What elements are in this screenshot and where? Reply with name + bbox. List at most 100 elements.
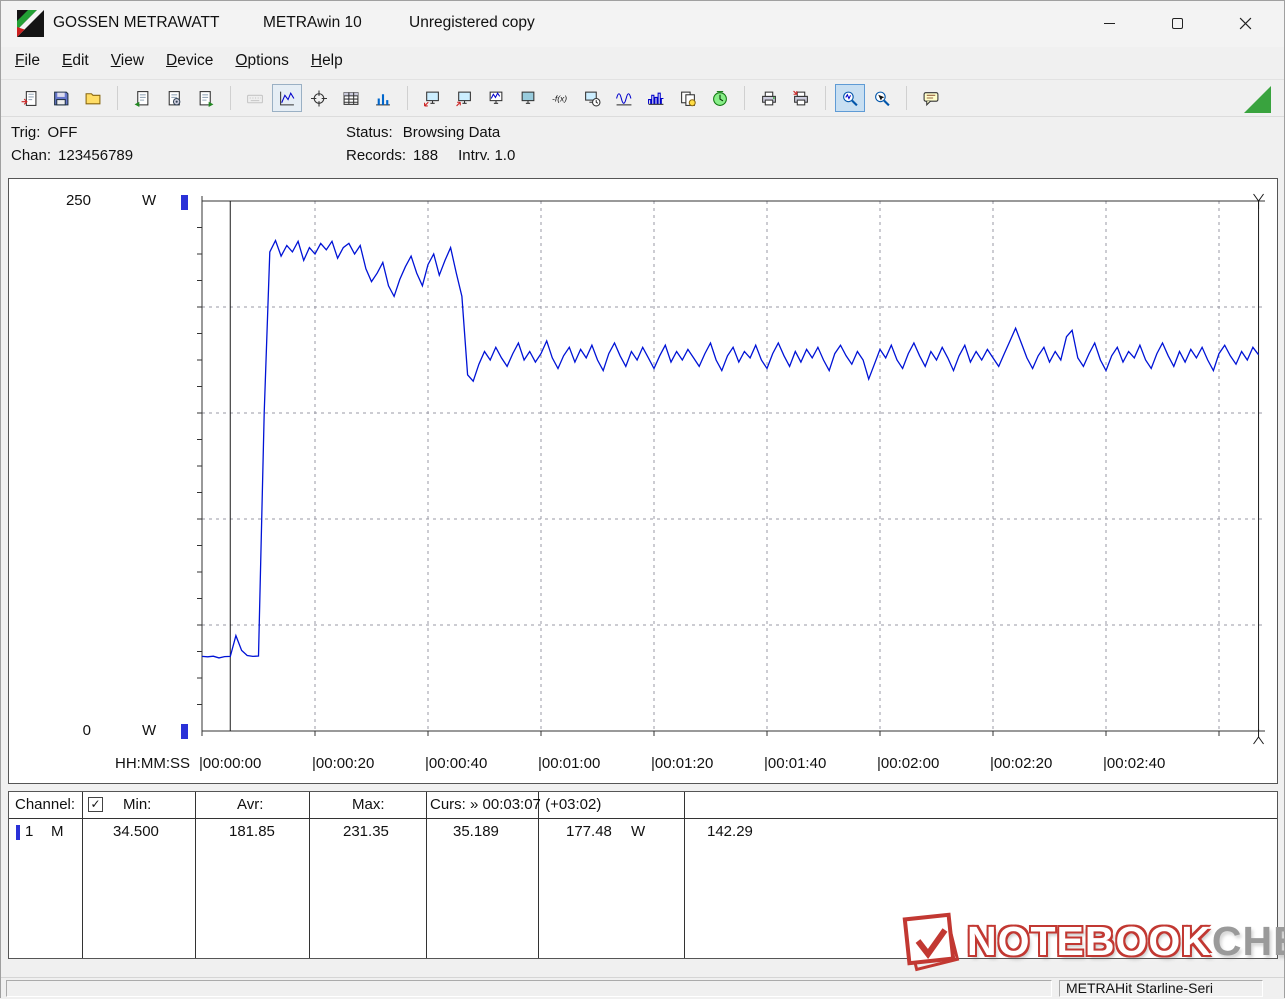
new-file-button[interactable]	[14, 84, 44, 112]
print-preview-button[interactable]	[754, 84, 784, 112]
chart-view-button[interactable]	[272, 84, 302, 112]
save-file-button[interactable]	[46, 84, 76, 112]
menu-edit[interactable]: Edit	[51, 47, 100, 79]
column-separator	[684, 792, 685, 958]
device-monitor-button[interactable]	[513, 84, 543, 112]
floppy-icon	[52, 90, 70, 107]
plot-svg[interactable]	[197, 193, 1267, 753]
svg-text:-f(x): -f(x)	[552, 93, 567, 103]
header-channel: Channel:	[15, 796, 75, 813]
crosshair-icon	[310, 90, 328, 107]
status-bar: METRAHit Starline-Seri	[1, 977, 1284, 999]
process-data-button[interactable]	[159, 84, 189, 112]
title-bar: GOSSEN METRAWATT METRAwin 10 Unregistere…	[1, 1, 1284, 47]
x-tick-label: |00:02:20	[990, 755, 1052, 772]
column-separator	[82, 792, 83, 958]
signal-view-button[interactable]	[609, 84, 639, 112]
status-label: Status:	[346, 124, 393, 141]
toolbar-separator	[906, 86, 907, 110]
envelope-view-button[interactable]	[641, 84, 671, 112]
keyboard-icon	[246, 90, 264, 107]
minimize-button[interactable]	[1086, 1, 1132, 46]
menu-bar: FileEditViewDeviceOptionsHelp	[1, 47, 1284, 79]
annotation-button[interactable]	[916, 84, 946, 112]
device-upload-button[interactable]	[417, 84, 447, 112]
trig-label: Trig:	[11, 124, 40, 141]
cell-channel: 1	[25, 823, 33, 840]
column-separator	[195, 792, 196, 958]
menu-view[interactable]: View	[100, 47, 155, 79]
app-title: METRAwin 10	[263, 14, 362, 32]
maximize-icon	[1172, 18, 1183, 29]
statusbar-message-field	[6, 980, 1052, 997]
cell-min: 34.500	[113, 823, 159, 840]
clock-green-icon	[711, 90, 729, 107]
device-name-field: METRAHit Starline-Seri	[1059, 980, 1263, 997]
formula-button[interactable]: -f(x)	[545, 84, 575, 112]
trig-value: OFF	[47, 124, 77, 141]
device-download-button[interactable]	[449, 84, 479, 112]
cell-delta: 142.29	[707, 823, 753, 840]
channel-visible-checkbox[interactable]: ✓	[88, 797, 103, 812]
gossen-metrawatt-logo-icon	[17, 10, 44, 37]
device-chart-button[interactable]	[481, 84, 511, 112]
page-arrow-icon	[20, 90, 38, 107]
export-data-button[interactable]	[191, 84, 221, 112]
menu-options[interactable]: Options	[224, 47, 299, 79]
menu-device[interactable]: Device	[155, 47, 224, 79]
license-status: Unregistered copy	[409, 14, 535, 32]
notebookcheck-watermark: NOTEBOOKCHECK	[899, 909, 1285, 973]
import-data-button[interactable]	[127, 84, 157, 112]
x-tick-label: |00:00:00	[199, 755, 261, 772]
timer-button[interactable]	[705, 84, 735, 112]
minimize-icon	[1104, 23, 1115, 25]
toolbar: -f(x)	[1, 79, 1284, 117]
zoom-button[interactable]	[835, 84, 865, 112]
mon-chart-icon	[487, 90, 505, 107]
monitor-icon	[519, 90, 537, 107]
menu-file[interactable]: File	[4, 47, 51, 79]
interval-value: Intrv. 1.0	[458, 147, 515, 164]
x-tick-label: |00:01:00	[538, 755, 600, 772]
y-axis-unit-top: W	[142, 192, 156, 209]
toolbar-separator	[744, 86, 745, 110]
print-button[interactable]	[786, 84, 816, 112]
header-min: Min:	[123, 796, 151, 813]
numeric-display-button	[240, 84, 270, 112]
open-file-button[interactable]	[78, 84, 108, 112]
channel-color-marker-top	[181, 195, 188, 210]
mon-clock-icon	[583, 90, 601, 107]
cell-cursor1: 35.189	[453, 823, 499, 840]
close-button[interactable]	[1222, 1, 1268, 46]
column-separator	[426, 792, 427, 958]
maximize-button[interactable]	[1154, 1, 1200, 46]
line-chart-icon	[278, 90, 296, 107]
table-icon	[342, 90, 360, 107]
records-value: 188	[413, 147, 438, 164]
bar-display-button[interactable]	[368, 84, 398, 112]
histo-icon	[647, 90, 665, 107]
zoom-select-button[interactable]	[867, 84, 897, 112]
y-axis-min-label: 0	[39, 722, 91, 739]
table-view-button[interactable]	[336, 84, 366, 112]
header-cursor: Curs: » 00:03:07 (+03:02)	[430, 796, 601, 813]
cell-max: 231.35	[343, 823, 389, 840]
device-memory-button[interactable]	[577, 84, 607, 112]
channel-color-marker	[16, 825, 20, 840]
x-axis-labels: HH:MM:SS |00:00:00|00:00:20|00:00:40|00:…	[9, 755, 1277, 779]
status-panel: Trig:OFF Chan:123456789 Status:Browsing …	[1, 118, 1284, 177]
link-files-button[interactable]	[673, 84, 703, 112]
menu-help[interactable]: Help	[300, 47, 354, 79]
x-tick-label: |00:01:20	[651, 755, 713, 772]
chart-panel: 250 W 0 W HH:MM:SS |00:00:00|00:00:20|00…	[8, 178, 1278, 784]
bubble-icon	[922, 90, 940, 107]
x-tick-label: |00:00:40	[425, 755, 487, 772]
cursor-crosshair-button[interactable]	[304, 84, 334, 112]
zoom-q-icon	[841, 90, 859, 107]
records-label: Records:	[346, 147, 406, 164]
doc-gear-icon	[165, 90, 183, 107]
func-icon: -f(x)	[551, 90, 569, 107]
y-axis-unit-bottom: W	[142, 722, 156, 739]
folder-icon	[84, 90, 102, 107]
mon-out-icon	[455, 90, 473, 107]
